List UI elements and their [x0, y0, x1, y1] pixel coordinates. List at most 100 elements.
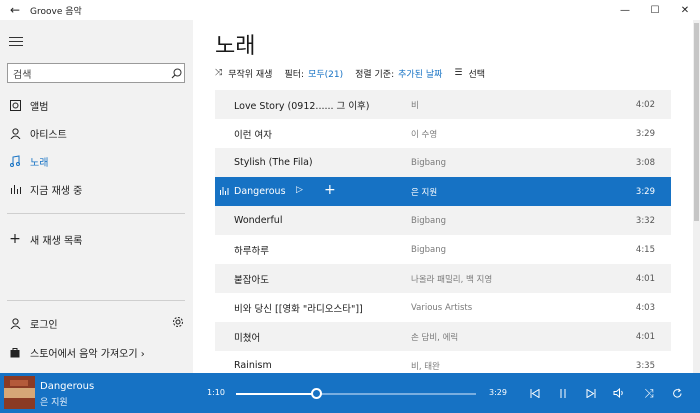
song-row[interactable]: 비와 당신 [[영화 "라디오스타"]] Various Artists 4:0… — [215, 293, 671, 322]
filter-dropdown[interactable]: 필터: 모두(21) — [284, 67, 343, 80]
song-title: Love Story (0912...... 그 이후) — [234, 100, 370, 112]
back-arrow-icon[interactable]: ← — [0, 0, 30, 20]
seek-knob[interactable] — [311, 388, 323, 399]
minimize-icon[interactable]: — — [610, 0, 640, 20]
shuffle-icon[interactable]: ⤨ — [641, 386, 657, 400]
song-row[interactable]: Love Story (0912...... 그 이후) 비 4:02 — [215, 90, 671, 119]
search-icon[interactable] — [168, 68, 184, 79]
person-icon — [0, 127, 30, 139]
now-playing-artist[interactable]: 은 지원 — [40, 395, 68, 408]
song-list: Love Story (0912...... 그 이후) 비 4:02 이런 여… — [215, 90, 671, 380]
now-playing-bars-icon — [0, 184, 30, 194]
album-art[interactable] — [4, 376, 35, 409]
page-title: 노래 — [215, 34, 256, 59]
song-artist[interactable]: 비 — [411, 99, 419, 111]
plus-icon: + — [9, 231, 21, 247]
store-label: 스토어에서 음악 가져오기 › — [30, 348, 145, 360]
add-to-icon[interactable]: + — [324, 182, 336, 198]
song-duration: 4:01 — [635, 331, 655, 342]
toolbar: ⤨ 무작위 재생 필터: 모두(21) 정렬 기준: 추가된 날짜 ☰ 선택 — [215, 66, 497, 80]
song-duration: 3:29 — [635, 186, 655, 197]
music-note-icon — [0, 155, 30, 167]
nav-item-albums[interactable]: 앨범 — [0, 93, 193, 117]
song-duration: 4:01 — [635, 273, 655, 284]
nav-item-now-playing[interactable]: 지금 재생 중 — [0, 177, 193, 201]
song-row[interactable]: 이런 여자 이 수영 3:29 — [215, 119, 671, 148]
song-title: 붙잡아도 — [234, 274, 269, 286]
player-bar: Dangerous 은 지원 1:10 3:29 ⤨ — [0, 373, 700, 413]
search-placeholder: 검색 — [13, 69, 32, 81]
song-title: Stylish (The Fila) — [234, 157, 313, 168]
nav-item-songs[interactable]: 노래 — [0, 149, 193, 173]
settings-gear-icon[interactable] — [172, 316, 184, 331]
song-row[interactable]: 미쳤어 손 담비, 에릭 4:01 — [215, 322, 671, 351]
sort-dropdown[interactable]: 정렬 기준: 추가된 날짜 — [355, 67, 442, 80]
window-controls: — ☐ ✕ — [610, 0, 700, 20]
select-button[interactable]: ☰ 선택 — [454, 67, 485, 80]
signin-button[interactable]: 로그인 — [0, 311, 193, 335]
nav-label: 아티스트 — [30, 129, 67, 141]
song-title: 이런 여자 — [234, 129, 272, 141]
seek-bar-fill — [236, 393, 317, 395]
previous-icon[interactable] — [527, 386, 543, 400]
filter-value: 모두(21) — [308, 69, 344, 80]
filter-label: 필터: — [284, 69, 305, 80]
volume-icon[interactable] — [611, 386, 627, 400]
song-duration: 4:03 — [635, 302, 655, 313]
shuffle-icon: ⤨ — [215, 68, 223, 78]
song-row[interactable]: Wonderful Bigbang 3:32 — [215, 206, 671, 235]
scrollbar-thumb[interactable] — [694, 23, 699, 221]
current-time: 1:10 — [207, 388, 225, 397]
song-artist[interactable]: Bigbang — [411, 158, 446, 168]
song-title: Dangerous — [234, 186, 286, 197]
song-artist[interactable]: Bigbang — [411, 216, 446, 226]
song-title: 미쳤어 — [234, 332, 261, 344]
seek-bar[interactable] — [236, 393, 476, 395]
now-playing-bars-icon — [220, 186, 229, 198]
song-title: 비와 당신 [[영화 "라디오스타"]] — [234, 303, 363, 315]
sort-value: 추가된 날짜 — [398, 69, 443, 80]
song-artist[interactable]: 이 수영 — [411, 128, 437, 140]
store-link[interactable]: 스토어에서 음악 가져오기 › — [0, 340, 193, 364]
close-icon[interactable]: ✕ — [670, 0, 700, 20]
song-title: Rainism — [234, 360, 272, 371]
song-artist[interactable]: Various Artists — [411, 303, 472, 313]
album-icon — [0, 99, 30, 111]
song-artist[interactable]: 손 담비, 에릭 — [411, 331, 458, 343]
total-time: 3:29 — [489, 388, 507, 397]
song-artist[interactable]: 나올라 패밀리, 백 지영 — [411, 273, 492, 285]
nav-item-artists[interactable]: 아티스트 — [0, 121, 193, 145]
song-duration: 4:02 — [635, 99, 655, 110]
song-duration: 3:29 — [635, 128, 655, 139]
shuffle-all-button[interactable]: ⤨ 무작위 재생 — [215, 67, 272, 80]
song-duration: 3:35 — [635, 360, 655, 371]
signin-label: 로그인 — [30, 319, 58, 331]
sort-label: 정렬 기준: — [355, 69, 395, 80]
new-playlist-button[interactable]: + 새 재생 목록 — [0, 227, 193, 251]
song-duration: 3:08 — [635, 157, 655, 168]
hamburger-menu-icon[interactable] — [9, 37, 23, 47]
search-input[interactable]: 검색 — [7, 63, 185, 83]
song-row[interactable]: 하루하루 Bigbang 4:15 — [215, 235, 671, 264]
next-icon[interactable] — [583, 386, 599, 400]
nav-label: 노래 — [30, 157, 49, 169]
now-playing-title[interactable]: Dangerous — [40, 381, 94, 392]
divider — [7, 213, 185, 214]
app-title: Groove 음악 — [30, 6, 82, 17]
scrollbar[interactable] — [693, 20, 700, 373]
repeat-icon[interactable] — [669, 386, 685, 400]
play-icon[interactable]: ▷ — [296, 185, 303, 195]
shuffle-label: 무작위 재생 — [228, 69, 273, 80]
song-duration: 3:32 — [635, 215, 655, 226]
song-title: 하루하루 — [234, 245, 269, 257]
song-row[interactable]: 붙잡아도 나올라 패밀리, 백 지영 4:01 — [215, 264, 671, 293]
song-artist[interactable]: Bigbang — [411, 245, 446, 255]
maximize-icon[interactable]: ☐ — [640, 0, 670, 20]
song-artist[interactable]: 비, 태완 — [411, 360, 440, 372]
select-label: 선택 — [468, 69, 486, 80]
song-artist[interactable]: 은 지원 — [411, 186, 437, 198]
pause-icon[interactable] — [555, 386, 571, 400]
divider — [7, 300, 185, 301]
song-row-selected[interactable]: Dangerous ▷ + 은 지원 3:29 — [215, 177, 671, 206]
song-row[interactable]: Stylish (The Fila) Bigbang 3:08 — [215, 148, 671, 177]
